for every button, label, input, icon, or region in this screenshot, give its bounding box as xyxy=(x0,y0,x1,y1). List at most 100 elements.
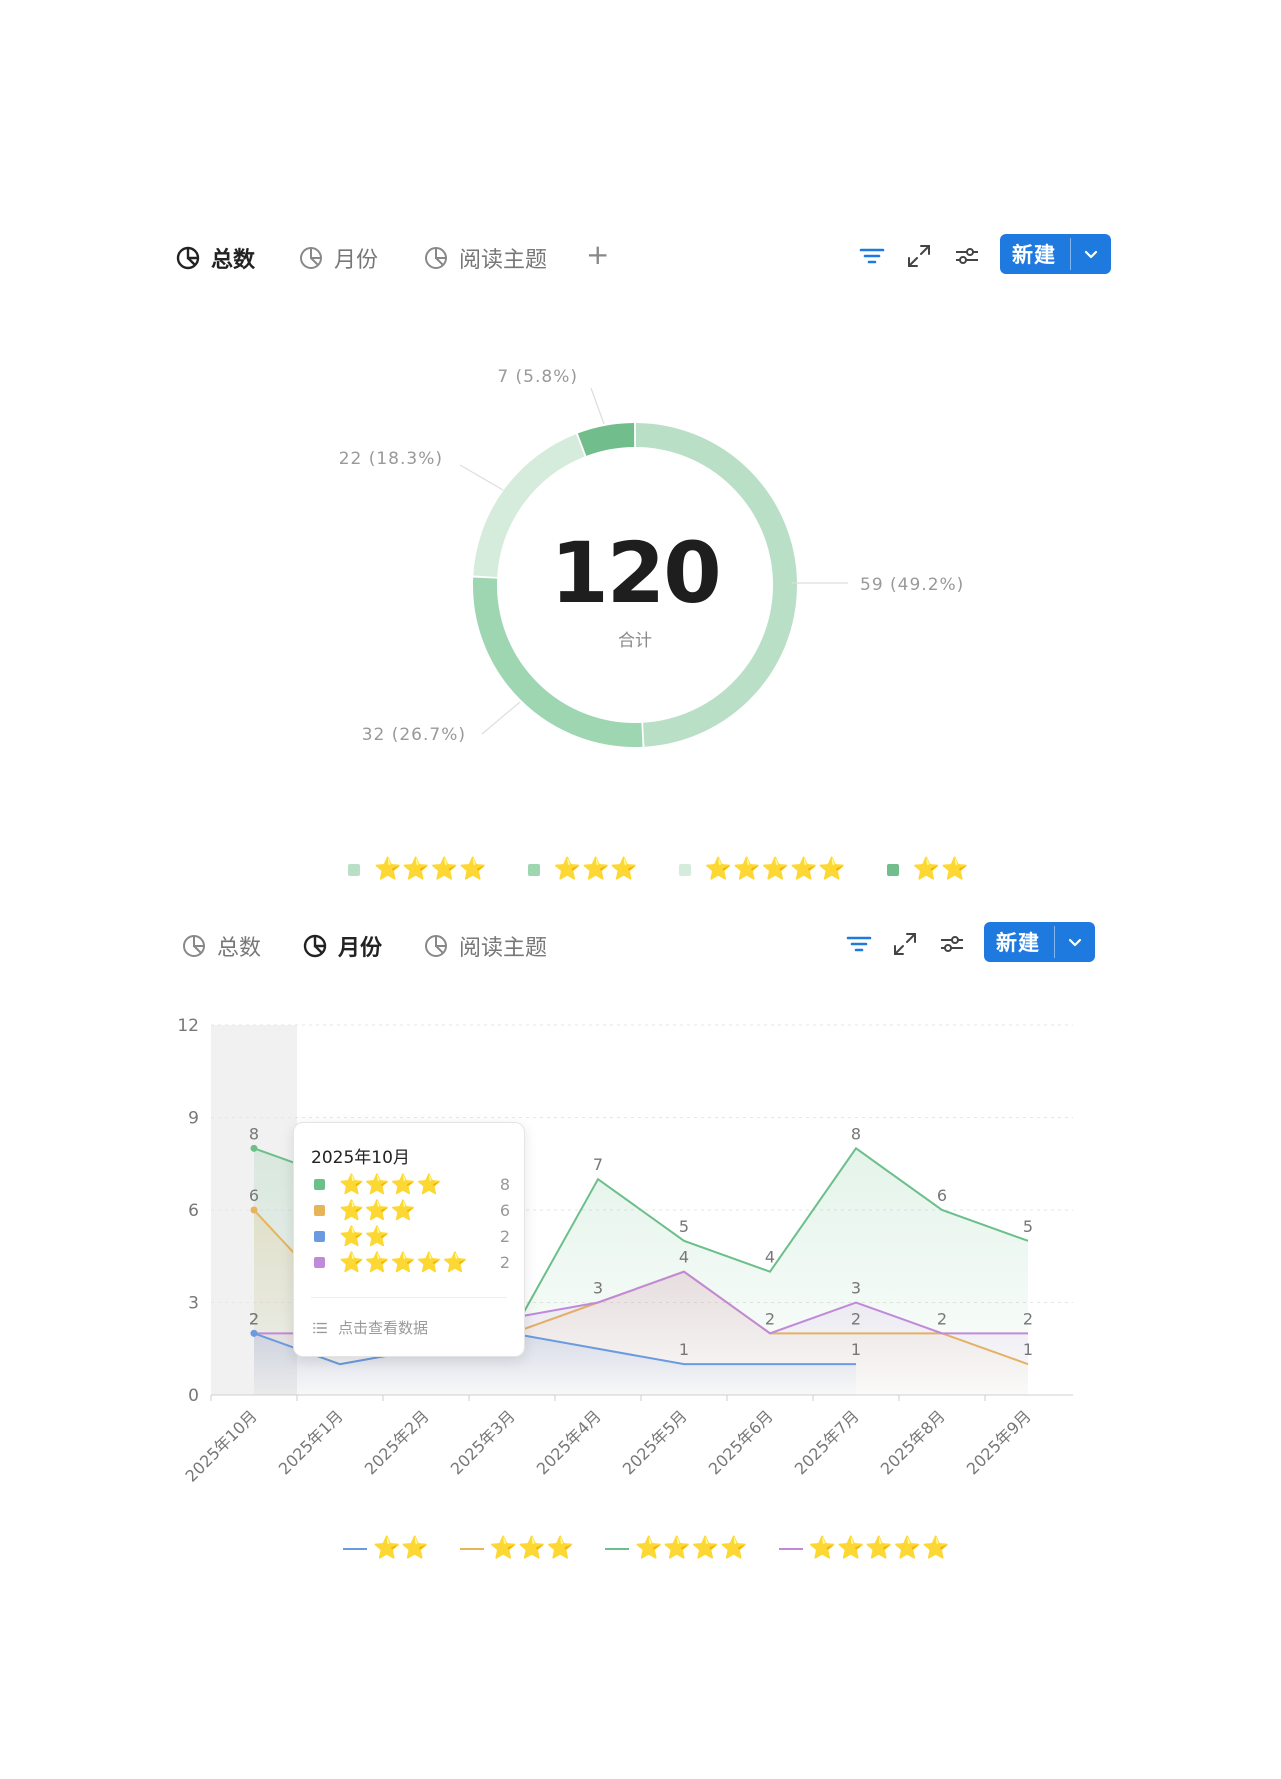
legend-swatch xyxy=(886,863,899,876)
tab-total[interactable]: 总数 xyxy=(175,242,255,274)
slice-leader-line xyxy=(481,701,521,735)
data-label: 4 xyxy=(679,1248,689,1267)
new-button-label: 新建 xyxy=(1012,243,1056,267)
legend-swatch xyxy=(527,863,540,876)
tab-total[interactable]: 总数 xyxy=(181,930,261,962)
add-tab-button[interactable]: + xyxy=(586,238,609,271)
chevron-down-icon xyxy=(1084,250,1098,259)
new-button-label: 新建 xyxy=(996,931,1040,955)
filter-icon xyxy=(859,248,885,264)
expand-icon xyxy=(908,245,930,267)
data-point[interactable] xyxy=(250,1206,258,1214)
data-label: 3 xyxy=(593,1279,603,1298)
data-label: 7 xyxy=(593,1155,603,1174)
tooltip-row: ⭐⭐⭐⭐⭐ 2 xyxy=(314,1249,510,1275)
filter-button[interactable] xyxy=(856,240,888,272)
x-tick-label: 2025年2月 xyxy=(361,1406,433,1478)
tooltip-row: ⭐⭐ 2 xyxy=(314,1223,510,1249)
legend-label-two-star: ⭐⭐ xyxy=(373,1536,430,1561)
settings-button[interactable] xyxy=(936,928,968,960)
slice-label: 7 (5.8%) xyxy=(497,367,578,387)
slice-leader-line xyxy=(459,464,504,491)
expand-button[interactable] xyxy=(903,240,935,272)
data-label: 6 xyxy=(937,1186,947,1205)
x-tick-label: 2025年4月 xyxy=(533,1406,605,1478)
data-label: 2 xyxy=(249,1309,259,1328)
legend-label-four-star: ⭐⭐⭐⭐ xyxy=(374,857,488,882)
tooltip-swatch xyxy=(314,1204,325,1216)
new-button[interactable]: 新建 xyxy=(984,922,1095,962)
tab-label: 总数 xyxy=(217,936,262,961)
x-tick-label: 2025年3月 xyxy=(447,1406,519,1478)
data-label: 4 xyxy=(765,1248,775,1267)
x-tick-label: 2025年10月 xyxy=(182,1406,261,1485)
donut-total: 120 xyxy=(550,524,721,622)
legend-label-two-star: ⭐⭐ xyxy=(912,857,970,882)
pie-chart-icon xyxy=(423,245,449,271)
tab-label: 阅读主题 xyxy=(459,248,548,273)
tooltip-title: 2025年10月 xyxy=(311,1148,410,1168)
data-label: 8 xyxy=(851,1124,861,1143)
tooltip-value: 2 xyxy=(499,1252,510,1272)
tooltip-row: ⭐⭐⭐ 6 xyxy=(314,1197,510,1223)
tab-month[interactable]: 月份 xyxy=(302,930,382,962)
tooltip-series-label: ⭐⭐⭐⭐⭐ xyxy=(339,1250,469,1274)
tooltip-series-label: ⭐⭐⭐⭐ xyxy=(339,1172,443,1196)
tooltip-swatch xyxy=(314,1178,325,1190)
slice-label: 22 (18.3%) xyxy=(339,449,443,469)
pie-chart-icon xyxy=(298,245,324,271)
legend-swatch xyxy=(348,863,360,876)
tab-reading-topic[interactable]: 阅读主题 xyxy=(423,242,547,274)
data-label: 2 xyxy=(851,1309,861,1328)
tooltip-swatch xyxy=(314,1256,325,1268)
data-label: 8 xyxy=(249,1124,259,1143)
new-button[interactable]: 新建 xyxy=(1000,234,1111,274)
donut-total-label: 合计 xyxy=(618,631,652,651)
pie-chart-icon xyxy=(423,933,449,959)
new-dropdown-button[interactable] xyxy=(1055,922,1095,962)
legend-line xyxy=(778,1547,803,1550)
data-label: 1 xyxy=(851,1340,861,1359)
data-label: 2 xyxy=(937,1309,947,1328)
line-chart: 0369122025年10月 2025年1月 2025年2月 2025年3月 2025年… xyxy=(177,1016,1073,1486)
x-tick-label: 2025年1月 xyxy=(275,1406,347,1478)
legend-line xyxy=(459,1547,484,1550)
data-label: 3 xyxy=(851,1279,861,1298)
new-dropdown-button[interactable] xyxy=(1071,234,1111,274)
expand-button[interactable] xyxy=(889,928,921,960)
data-point[interactable] xyxy=(250,1144,258,1152)
tab-month[interactable]: 月份 xyxy=(298,242,378,274)
y-tick-label: 9 xyxy=(188,1109,199,1129)
slice-label: 32 (26.7%) xyxy=(362,725,466,745)
list-icon xyxy=(313,1322,327,1333)
donut-legend: ⭐⭐⭐⭐ ⭐⭐⭐ ⭐⭐⭐⭐⭐ ⭐⭐ xyxy=(348,857,970,882)
tooltip-row: ⭐⭐⭐⭐ 8 xyxy=(314,1171,510,1197)
chart-tooltip: 2025年10月 ⭐⭐⭐⭐ 8 ⭐⭐⭐ 6 ⭐⭐ 2 ⭐⭐⭐⭐⭐ 2 点击查看数… xyxy=(293,1122,525,1357)
settings-button[interactable] xyxy=(951,240,983,272)
tab-reading-topic[interactable]: 阅读主题 xyxy=(423,930,547,962)
tab-label: 阅读主题 xyxy=(459,936,548,961)
tooltip-value: 6 xyxy=(499,1200,510,1220)
expand-icon xyxy=(894,933,916,955)
legend-line xyxy=(604,1547,629,1550)
y-tick-label: 0 xyxy=(188,1386,199,1406)
legend-label-five-star: ⭐⭐⭐⭐⭐ xyxy=(808,1536,951,1561)
tab-label: 月份 xyxy=(334,248,379,273)
slice-leader-line xyxy=(590,387,605,425)
x-tick-label: 2025年6月 xyxy=(705,1406,777,1478)
legend-swatch xyxy=(678,863,691,876)
legend-line xyxy=(343,1547,367,1550)
filter-button[interactable] xyxy=(843,928,875,960)
plus-icon: + xyxy=(586,238,610,271)
view-data-link[interactable]: 点击查看数据 xyxy=(312,1317,428,1338)
x-tick-label: 2025年8月 xyxy=(877,1406,949,1478)
donut-slice[interactable] xyxy=(577,423,635,456)
pie-chart-icon xyxy=(181,933,207,959)
bottom-toolbar: 总数 月份 阅读主题 新建 xyxy=(0,922,1281,970)
data-point[interactable] xyxy=(250,1329,258,1337)
tooltip-value: 8 xyxy=(499,1174,510,1194)
settings-sliders-icon xyxy=(956,248,978,264)
top-toolbar: 总数 月份 阅读主题 + 新建 xyxy=(0,234,1281,282)
data-label: 2 xyxy=(1023,1309,1033,1328)
tooltip-divider xyxy=(311,1297,507,1298)
